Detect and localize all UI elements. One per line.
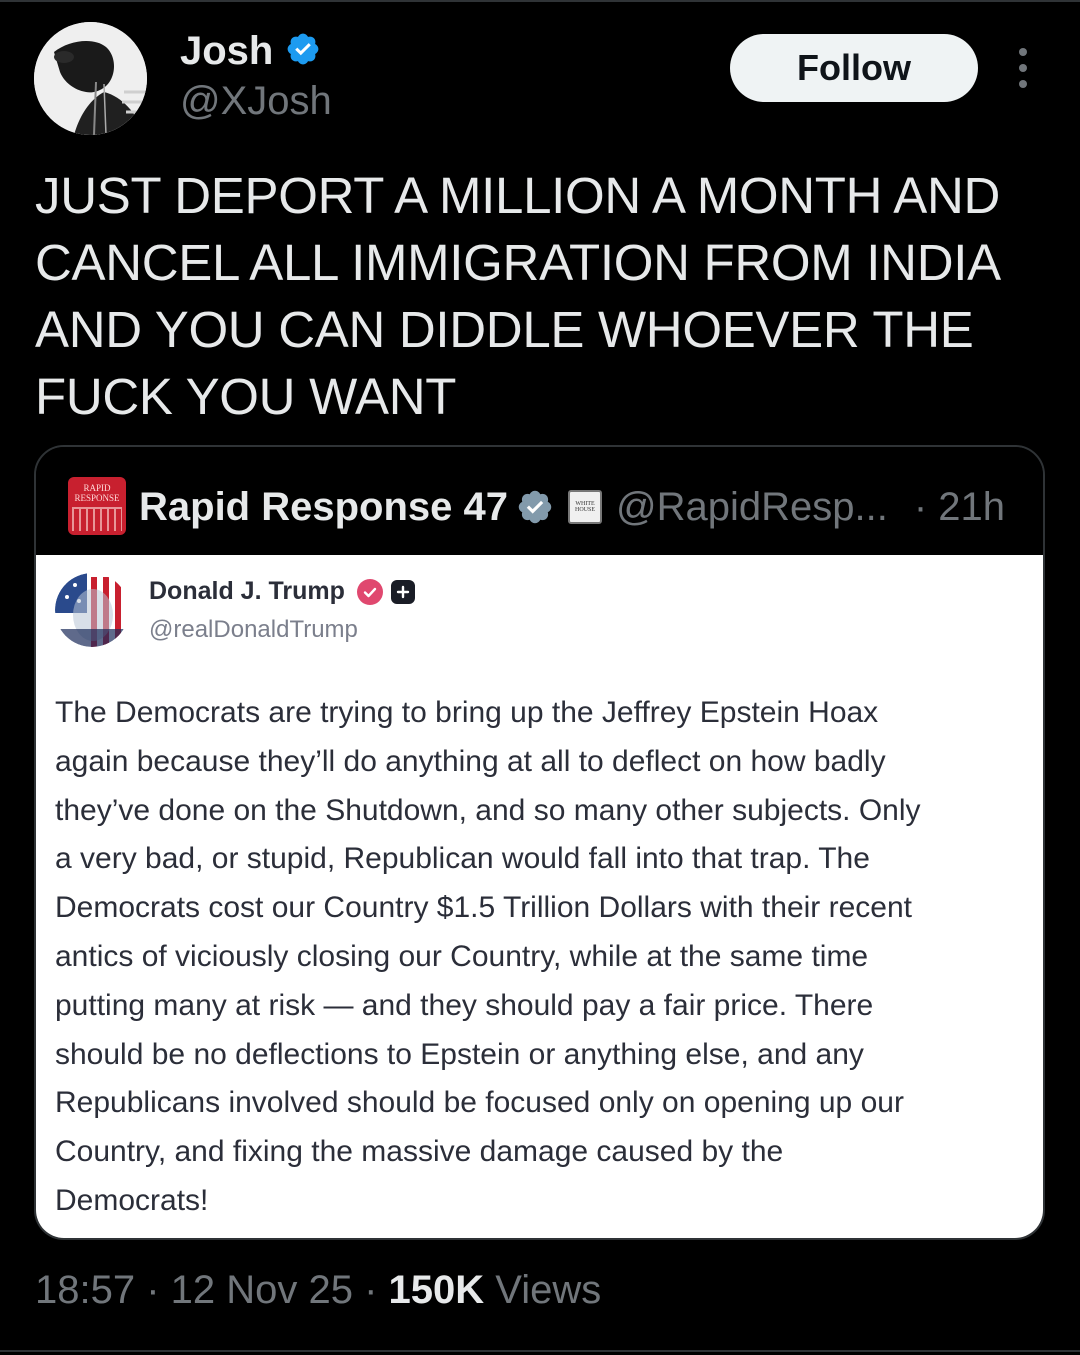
quoted-post-image[interactable]: Donald J. Trump @realDonaldTrump The Dem…	[36, 555, 1043, 1238]
more-dot	[1019, 64, 1027, 72]
author-avatar[interactable]	[34, 22, 147, 135]
post-date[interactable]: 12 Nov 25	[171, 1264, 353, 1316]
avatar-image	[34, 22, 147, 135]
embedded-author-name: Donald J. Trump	[149, 577, 345, 605]
plus-badge-icon	[390, 579, 415, 604]
bottom-divider	[0, 1350, 1080, 1352]
quoted-author-name[interactable]: Rapid Response 47	[139, 485, 508, 530]
top-divider	[0, 0, 1080, 2]
quoted-name-row: Rapid Response 47 WHITE HOUSE @RapidResp…	[139, 479, 1005, 535]
more-vertical-icon[interactable]	[1012, 48, 1034, 88]
follow-button[interactable]: Follow	[730, 34, 978, 102]
embedded-post-text: The Democrats are trying to bring up the…	[55, 696, 921, 1217]
more-dot	[1019, 48, 1027, 56]
author-name-row: Josh	[180, 28, 321, 74]
embedded-name-row: Donald J. Trump	[149, 577, 415, 606]
more-dot	[1019, 80, 1027, 88]
post-time[interactable]: 18:57	[35, 1264, 135, 1316]
quoted-author-handle[interactable]: @RapidResp...	[616, 485, 888, 530]
white-house-graphic	[72, 507, 122, 531]
embedded-author-handle: @realDonaldTrump	[149, 616, 358, 643]
quoted-post-time[interactable]: · 21h	[914, 485, 1005, 530]
verified-badge-icon	[285, 31, 321, 72]
meta-separator: ·	[135, 1268, 171, 1312]
rapid-response-avatar[interactable]: RAPID RESPONSE	[68, 477, 126, 535]
views-label: Views	[484, 1268, 602, 1312]
quoted-verified-badge-icon	[516, 488, 554, 526]
trump-avatar	[55, 573, 129, 647]
author-handle[interactable]: @XJosh	[180, 78, 332, 124]
quoted-post-header: RAPID RESPONSE Rapid Response 47 WHITE H…	[36, 447, 1043, 555]
post-text: JUST DEPORT A MILLION A MONTH AND CANCEL…	[35, 167, 1001, 425]
truth-verified-icon	[356, 578, 383, 605]
rapid-response-logo-text: RAPID RESPONSE	[74, 483, 120, 503]
author-name[interactable]: Josh	[180, 28, 273, 74]
post-meta: 18:57 · 12 Nov 25 · 150K Views	[35, 1264, 601, 1316]
quoted-post-card[interactable]: RAPID RESPONSE Rapid Response 47 WHITE H…	[34, 445, 1045, 1240]
meta-separator: ·	[353, 1268, 389, 1312]
white-house-affiliation-badge[interactable]: WHITE HOUSE	[568, 490, 603, 524]
white-house-badge-text: WHITE HOUSE	[575, 501, 596, 513]
views-count: 150K	[388, 1268, 485, 1312]
